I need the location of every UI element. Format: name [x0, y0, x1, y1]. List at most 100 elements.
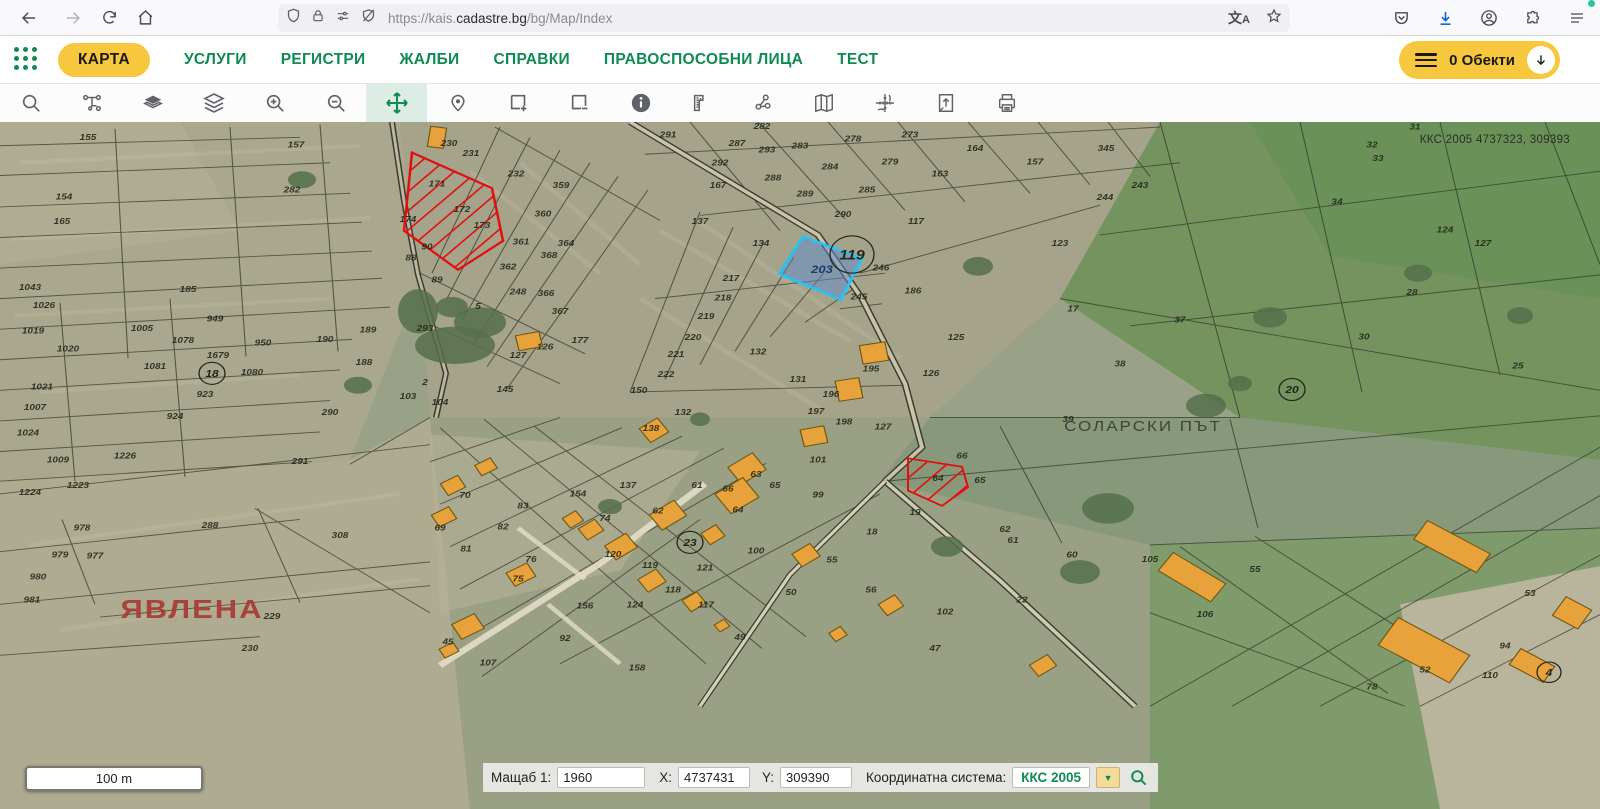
downloads-icon[interactable]: [1430, 3, 1460, 33]
url-bar[interactable]: https://kais.cadastre.bg/bg/Map/Index 文A: [278, 4, 1290, 32]
scale-input[interactable]: [557, 767, 645, 788]
measure-tool-icon[interactable]: [671, 84, 732, 122]
parcel-number-label: 232: [507, 169, 526, 178]
nav-item-karta[interactable]: КАРТА: [58, 43, 150, 77]
nav-item-pravosposobni-litsa[interactable]: ПРАВОСПОСОБНИ ЛИЦА: [604, 51, 803, 69]
extensions-icon[interactable]: [1518, 3, 1548, 33]
permissions-icon[interactable]: [335, 9, 351, 28]
nav-item-spravki[interactable]: СПРАВКИ: [494, 51, 570, 69]
shield-off-icon[interactable]: [361, 8, 376, 28]
zoom-out-tool-icon[interactable]: [305, 84, 366, 122]
zoom-in-tool-icon[interactable]: [244, 84, 305, 122]
region-circle-number: 23: [682, 538, 697, 549]
parcel-number-label: 134: [753, 239, 770, 248]
objects-collapse-icon[interactable]: [1527, 46, 1555, 74]
select-minus-tool-icon[interactable]: [549, 84, 610, 122]
y-coordinate-input[interactable]: [780, 767, 852, 788]
nav-item-registri[interactable]: РЕГИСТРИ: [281, 51, 366, 69]
parcel-number-label: 125: [948, 333, 966, 342]
parcel-number-label: 104: [432, 397, 449, 406]
back-button[interactable]: [14, 3, 44, 33]
parcel-number-label: 145: [497, 385, 515, 394]
parcel-number-label: 94: [1499, 641, 1510, 650]
parcel-number-label: 229: [263, 611, 282, 620]
parcel-number-label: 924: [167, 412, 184, 421]
parcel-number-label: 1223: [67, 481, 90, 490]
layers-filled-tool-icon[interactable]: [122, 84, 183, 122]
cadastre-map[interactable]: 1191820234 15515728215416518510431026949…: [0, 122, 1600, 809]
nav-item-test[interactable]: ТЕСТ: [837, 51, 878, 69]
crs-dropdown-icon[interactable]: ▼: [1096, 767, 1120, 788]
pan-tool-icon[interactable]: [366, 84, 427, 122]
area-name-label: СОЛАРСКИ ПЪТ: [1064, 419, 1222, 435]
map-viewport[interactable]: 1191820234 15515728215416518510431026949…: [0, 122, 1600, 809]
tree-patch: [344, 377, 372, 394]
parcel-number-label: 364: [558, 239, 575, 248]
tree-patch: [931, 536, 963, 556]
parcel-number-label: 60: [1066, 550, 1078, 559]
tree-patch: [1404, 265, 1432, 282]
parcel-number-label: 99: [812, 490, 824, 499]
cursor-coordinate-readout: ККС 2005 4737323, 309393: [1420, 134, 1570, 146]
parcel-number-label: 246: [872, 263, 891, 272]
parcel-number-label: 19: [909, 508, 921, 517]
map-tool-icon[interactable]: [793, 84, 854, 122]
crs-selector[interactable]: ККС 2005: [1012, 767, 1090, 788]
nav-item-uslugi[interactable]: УСЛУГИ: [184, 51, 247, 69]
bookmark-star-icon[interactable]: [1266, 8, 1282, 29]
parcel-number-label: 1026: [33, 301, 56, 310]
account-icon[interactable]: [1474, 3, 1504, 33]
parcel-number-label: 55: [1249, 565, 1261, 574]
search-tool-icon[interactable]: [0, 84, 61, 122]
parcel-number-label: 245: [850, 292, 869, 301]
parcel-number-label: 127: [875, 422, 893, 431]
parcel-number-label: 78: [1366, 682, 1378, 691]
select-plus-tool-icon[interactable]: [488, 84, 549, 122]
region-circle-number: 20: [1284, 385, 1299, 396]
parcel-number-label: 949: [207, 314, 225, 323]
parcel-number-label: 105: [1142, 555, 1160, 564]
app-menu-icon[interactable]: [1562, 3, 1592, 33]
x-coordinate-input[interactable]: [678, 767, 750, 788]
parcel-number-label: 165: [54, 217, 72, 226]
parcel-number-label: 100: [748, 546, 766, 555]
parcel-number-label: 221: [667, 350, 685, 359]
apps-grid-icon[interactable]: [12, 46, 40, 74]
parcel-number-label: 120: [605, 549, 623, 558]
home-button[interactable]: [130, 3, 160, 33]
parcel-number-label: 154: [56, 192, 73, 201]
parcel-number-label: 154: [570, 489, 587, 498]
reload-button[interactable]: [94, 3, 124, 33]
objects-badge[interactable]: 0 Обекти: [1399, 41, 1560, 79]
export-tool-icon[interactable]: [915, 84, 976, 122]
parcel-number-label: 117: [908, 217, 925, 226]
parcel-number-label: 66: [956, 451, 968, 460]
tree-patch: [1060, 560, 1100, 584]
shield-icon[interactable]: [286, 8, 301, 28]
parcel-number-label: 290: [321, 408, 340, 417]
lock-icon[interactable]: [311, 9, 325, 28]
parcel-number-label: 1080: [241, 368, 264, 377]
tree-patch: [1253, 307, 1287, 327]
parcel-number-label: 283: [791, 141, 810, 150]
region-circle-number: 119: [839, 248, 865, 263]
parcel-number-label: 64: [732, 505, 743, 514]
forward-button[interactable]: [58, 3, 88, 33]
nav-item-zhalbi[interactable]: ЖАЛБИ: [399, 51, 459, 69]
route-tool-icon[interactable]: [61, 84, 122, 122]
translate-icon[interactable]: 文A: [1228, 8, 1250, 28]
parcel-number-label: 923: [197, 390, 215, 399]
parcel-number-label: 103: [400, 392, 418, 401]
parcel-number-label: 126: [923, 369, 941, 378]
objects-menu-icon: [1415, 53, 1437, 67]
coordinates-tool-icon[interactable]: [854, 84, 915, 122]
info-tool-icon[interactable]: [610, 84, 671, 122]
layers-tool-icon[interactable]: [183, 84, 244, 122]
print-tool-icon[interactable]: [976, 84, 1037, 122]
parcel-number-label: 50: [785, 588, 797, 597]
parcel-number-label: 63: [750, 470, 762, 479]
share-tool-icon[interactable]: [732, 84, 793, 122]
coordinate-search-icon[interactable]: [1126, 766, 1150, 790]
location-pin-tool-icon[interactable]: [427, 84, 488, 122]
pocket-icon[interactable]: [1386, 3, 1416, 33]
